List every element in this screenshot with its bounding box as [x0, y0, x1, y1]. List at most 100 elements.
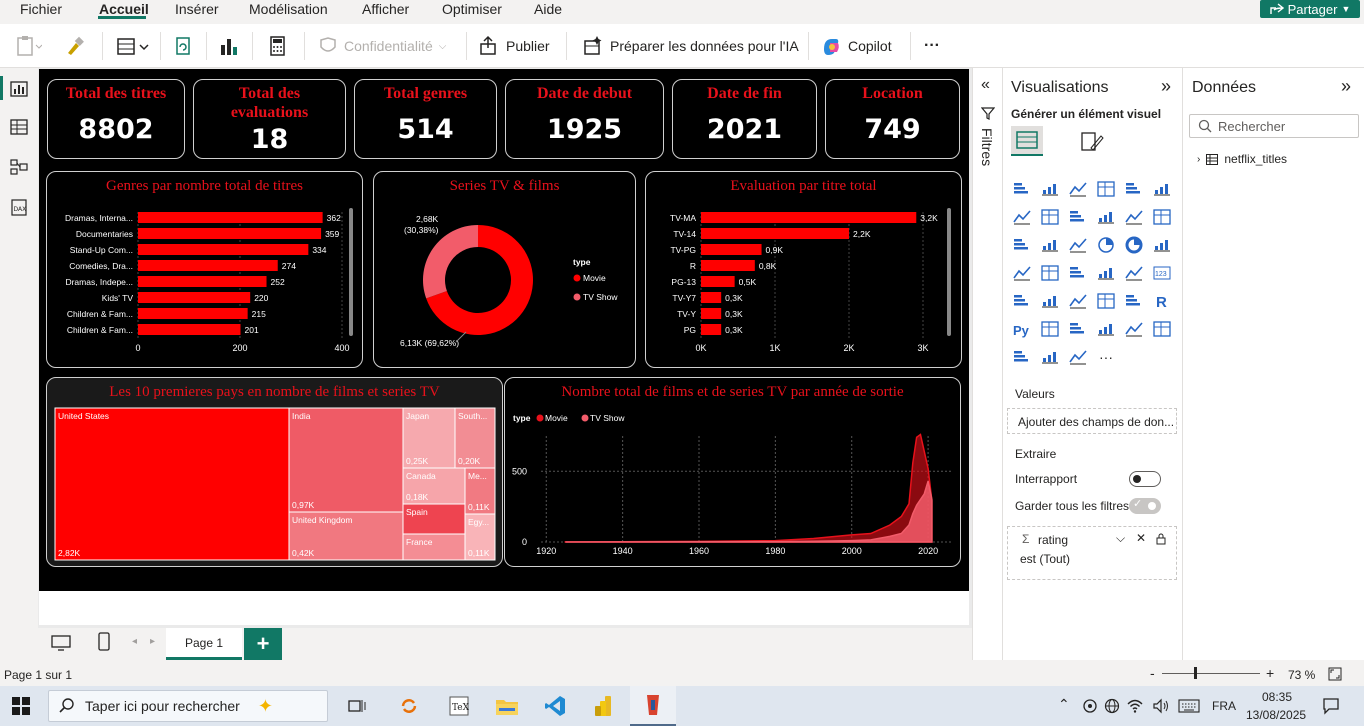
refresh-button[interactable] — [172, 34, 194, 58]
model-view-icon[interactable] — [9, 158, 29, 176]
glyph — [1014, 355, 1025, 358]
kpi-card-location[interactable]: Location 749 — [825, 79, 960, 159]
volume-icon[interactable] — [1152, 698, 1170, 714]
clock-time[interactable]: 08:35 — [1262, 690, 1292, 704]
zoom-slider-track[interactable] — [1162, 673, 1260, 674]
countries-treemap[interactable]: Les 10 premieres pays en nombre de films… — [46, 377, 503, 567]
transform-button[interactable] — [116, 34, 150, 58]
menu-inserer[interactable]: Insérer — [175, 0, 219, 18]
menu-modelisation[interactable]: Modélisation — [249, 0, 328, 18]
keyboard-icon[interactable] — [1178, 699, 1200, 713]
data-search-input[interactable]: Rechercher — [1189, 114, 1359, 138]
publish-button[interactable]: Publier — [478, 34, 550, 58]
expand-right-icon[interactable]: » — [1341, 76, 1351, 97]
calculator-button[interactable] — [268, 34, 288, 58]
filters-pane-collapsed[interactable]: « Filtres — [972, 68, 1003, 660]
zoom-slider-thumb[interactable] — [1194, 667, 1197, 679]
lock-icon[interactable] — [1156, 533, 1166, 545]
data-label: 215 — [252, 309, 266, 319]
visual-types-grid[interactable]: 123 R Py ··· — [1011, 178, 1181, 370]
build-visual-tab[interactable] — [1011, 126, 1043, 156]
taskbar-app-explorer[interactable] — [484, 686, 530, 726]
prepare-data-ai-button[interactable]: Préparer les données pour l'IA — [582, 34, 799, 58]
copilot-button[interactable]: Copilot — [820, 34, 892, 58]
task-view-button[interactable] — [334, 686, 380, 726]
taskbar-app-tex[interactable]: TeX — [436, 686, 482, 726]
close-icon[interactable]: ✕ — [1136, 531, 1146, 545]
kpi-card-date-debut[interactable]: Date de debut 1925 — [505, 79, 664, 159]
ribbon-separator — [304, 32, 305, 60]
kpi-card-total-genres[interactable]: Total genres 514 — [354, 79, 497, 159]
kpi-card-date-fin[interactable]: Date de fin 2021 — [672, 79, 817, 159]
rating-bar-chart[interactable]: Evaluation par titre total 0K 1K 2K 3K TV-MA… — [645, 171, 962, 368]
shape-map-icon — [1070, 267, 1084, 278]
share-button[interactable]: Partager ▼ — [1260, 0, 1360, 18]
glyph — [1048, 187, 1051, 194]
chevron-down-icon: ⌵ — [438, 40, 447, 52]
table-view-icon[interactable] — [9, 118, 29, 136]
legend-title: type — [573, 257, 591, 267]
tray-chevron-up-icon[interactable]: ⌃ — [1058, 696, 1070, 713]
format-painter-button[interactable] — [64, 34, 86, 58]
cross-report-toggle[interactable] — [1129, 471, 1161, 487]
category-label: Dramas, Interna... — [65, 213, 133, 223]
input-language[interactable]: FRA — [1212, 699, 1236, 713]
notification-icon[interactable] — [1322, 697, 1340, 715]
new-visual-button[interactable] — [218, 34, 240, 58]
kpi-title: Total des titres — [65, 85, 167, 102]
chevron-down-icon[interactable]: ⌵ — [1116, 531, 1125, 546]
confidentiality-button[interactable]: Confidentialité ⌵ — [318, 34, 446, 58]
filled-map-icon — [1041, 265, 1059, 281]
glyph — [1109, 324, 1112, 334]
clock-date[interactable]: 13/08/2025 — [1246, 708, 1306, 722]
kpi-card-total-evaluations[interactable]: Total des evaluations 18 — [193, 79, 346, 159]
collapse-left-icon[interactable]: « — [981, 76, 990, 94]
mobile-layout-icon[interactable] — [98, 632, 110, 652]
add-fields-dropzone[interactable]: Ajouter des champs de don... — [1007, 408, 1177, 434]
zoom-out-button[interactable]: - — [1150, 665, 1155, 681]
data-label: 362 — [327, 213, 341, 223]
release-year-area-chart[interactable]: Nombre total de films et de series TV pa… — [504, 377, 961, 567]
python-visual-icon: Py — [1013, 323, 1030, 338]
fit-page-icon[interactable] — [1328, 667, 1342, 681]
paste-button[interactable] — [16, 34, 42, 58]
glyph — [1165, 184, 1168, 194]
treemap-tile — [288, 407, 404, 513]
expand-right-icon[interactable]: » — [1161, 76, 1171, 97]
windows-start-icon[interactable] — [12, 697, 30, 715]
kpi-card-total-titres[interactable]: Total des titres 8802 — [47, 79, 185, 159]
table-item-netflix-titles[interactable]: › netflix_titles — [1197, 152, 1287, 166]
wifi-icon[interactable] — [1126, 697, 1144, 715]
format-visual-icon[interactable] — [1079, 130, 1105, 154]
paginated-icon — [1014, 351, 1028, 362]
page-tab-1[interactable]: Page 1 — [166, 628, 242, 660]
series-films-donut-chart[interactable]: Series TV & films 6,13K (69,62%) 2,68K (30… — [373, 171, 636, 368]
drillthrough-filter-card[interactable]: Σ rating ⌵ ✕ est (Tout) — [1007, 526, 1177, 580]
zoom-in-button[interactable]: + — [1266, 665, 1274, 681]
menu-optimiser[interactable]: Optimiser — [442, 0, 502, 18]
taskbar-search-box[interactable]: Taper ici pour rechercher ✦ — [48, 690, 328, 722]
taskbar-app-refresh[interactable] — [386, 686, 432, 726]
bar — [138, 260, 278, 271]
report-view-icon[interactable] — [9, 80, 29, 98]
taskbar-app-vscode[interactable] — [532, 686, 578, 726]
globe-icon[interactable] — [1104, 698, 1120, 714]
prev-page-icon[interactable]: ◂ — [132, 636, 137, 647]
menu-fichier[interactable]: Fichier — [20, 0, 62, 18]
tray-status-icon[interactable] — [1082, 698, 1098, 714]
taskbar-app-powerbi[interactable] — [580, 686, 626, 726]
next-page-icon[interactable]: ▸ — [150, 636, 155, 647]
genres-bar-chart[interactable]: Genres par nombre total de titres 0 200 40… — [46, 171, 363, 368]
dax-query-icon[interactable]: DAX — [9, 198, 29, 216]
keep-filters-toggle[interactable]: ✓ — [1129, 498, 1161, 514]
taskbar-app-active[interactable] — [630, 686, 676, 726]
data-label: 0,3K — [725, 309, 743, 319]
x-tick-label: 1960 — [689, 546, 709, 556]
more-options-button[interactable]: ··· — [924, 34, 940, 58]
filters-label[interactable]: Filtres — [979, 128, 995, 166]
menu-afficher[interactable]: Afficher — [362, 0, 409, 18]
glyph — [1126, 191, 1140, 194]
add-page-button[interactable]: + — [244, 628, 282, 660]
menu-aide[interactable]: Aide — [534, 0, 562, 18]
desktop-layout-icon[interactable] — [50, 634, 72, 652]
